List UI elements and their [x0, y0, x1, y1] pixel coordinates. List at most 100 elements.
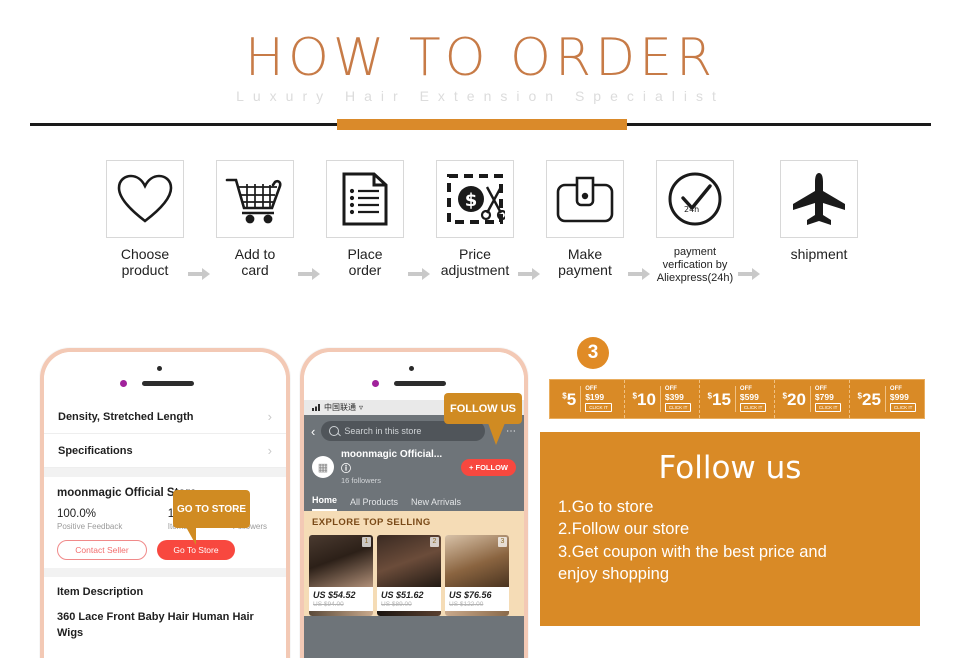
rank-badge: 3: [498, 537, 507, 547]
row-label: Density, Stretched Length: [58, 410, 194, 423]
go-to-store-button[interactable]: Go To Store: [157, 540, 235, 560]
step-label: Make payment: [539, 246, 631, 278]
tab-all-products[interactable]: All Products: [350, 497, 398, 511]
step-price-adjustment: $ Price adjustment: [429, 160, 521, 278]
coupon-min-spend: $399: [664, 391, 684, 402]
coupon-min-spend: $599: [739, 391, 759, 402]
coupon-min-spend: $199: [585, 391, 605, 402]
product-strip: [377, 611, 441, 616]
product-price: US $76.56: [449, 590, 492, 600]
coupon-item[interactable]: $15 OFF $599 CLICK IT: [700, 380, 775, 418]
row-density-stretched-length[interactable]: Density, Stretched Length ›: [44, 400, 286, 434]
coupon-click-button[interactable]: CLICK IT: [585, 402, 612, 412]
coupon-item[interactable]: $10 OFF $399 CLICK IT: [625, 380, 700, 418]
coupon-amount: $10: [633, 391, 656, 408]
stat-value: 100.0%: [57, 508, 97, 520]
info-icon[interactable]: ⓘ: [341, 464, 351, 475]
document-icon-box: [326, 160, 404, 238]
coupon-bar: $5 OFF $199 CLICK IT $10 OFF $399 CLICK …: [549, 379, 925, 419]
signal-icon: [312, 404, 321, 411]
coupon-details: OFF $199 CLICK IT: [580, 386, 612, 412]
search-input[interactable]: Search in this store: [321, 421, 485, 441]
follow-step: 1.Go to store: [558, 498, 654, 516]
follow-button[interactable]: + FOLLOW: [461, 458, 516, 476]
phone-notch: [44, 352, 286, 400]
page-subtitle: Luxury Hair Extension Specialist: [236, 88, 725, 104]
follow-step: enjoy shopping: [558, 564, 670, 583]
step-label: Add to card: [209, 246, 301, 278]
store-header: ▦ moonmagic Official... ⓘ 16 followers +…: [304, 447, 524, 490]
coupon-item[interactable]: $5 OFF $199 CLICK IT: [550, 380, 625, 418]
coupon-amount: $5: [562, 391, 576, 408]
clock-check-icon: 24h: [668, 172, 722, 226]
more-options-icon[interactable]: ⋯: [506, 426, 517, 437]
coupon-item[interactable]: $20 OFF $799 CLICK IT: [775, 380, 850, 418]
product-original-price: US $122.00: [449, 601, 484, 608]
step-label-line2: adjustment: [440, 262, 510, 279]
follow-us-steps: 1.Go to store 2.Follow our store 3.Get c…: [540, 486, 920, 585]
order-steps: Choose product Add to card Place order $…: [0, 160, 961, 295]
coupon-details: OFF $999 CLICK IT: [884, 386, 917, 412]
step-label-line1: Make: [567, 246, 603, 262]
stat-label: Positive Feedback: [57, 522, 123, 531]
clock-badge-text: 24h: [684, 205, 699, 214]
step-label-line2: card: [241, 262, 269, 279]
step-label-line1: shipment: [790, 246, 848, 262]
wallet-icon-box: [546, 160, 624, 238]
store-name-label: moonmagic Official...: [341, 449, 443, 460]
step-label: payment verfication by Aliexpress(24h): [649, 246, 741, 286]
stat-positive-feedback: 100.0% Positive Feedback: [57, 508, 122, 531]
step-label-line2: order: [348, 262, 382, 279]
carrier-label: 中国联通: [324, 403, 356, 412]
how-to-order-page: HOW TO ORDER Luxury Hair Extension Speci…: [0, 0, 961, 658]
step-label: Place order: [319, 246, 411, 278]
chevron-right-icon: ›: [267, 443, 272, 458]
coupon-click-button[interactable]: CLICK IT: [814, 402, 842, 412]
callout-tail: [488, 423, 505, 445]
product-card[interactable]: 2 US $51.62 US $89.00: [377, 535, 441, 616]
follow-us-callout: FOLLOW US: [444, 393, 522, 445]
coupon-click-button[interactable]: CLICK IT: [739, 402, 767, 412]
contact-seller-button[interactable]: Contact Seller: [57, 540, 147, 560]
coupon-amount: $20: [783, 391, 806, 408]
section-divider: [44, 468, 286, 477]
arrow-icon-1: [188, 268, 210, 280]
row-label: Specifications: [58, 444, 133, 457]
step-label-line1: Choose: [120, 246, 170, 262]
earpiece-speaker: [142, 381, 194, 386]
step-label-line3: Aliexpress(24h): [656, 272, 734, 285]
proximity-sensor-icon: [157, 366, 162, 371]
step-label-line1: Price: [459, 246, 491, 262]
cart-icon: [225, 178, 282, 224]
step-label-line2: verfication by: [662, 259, 728, 272]
rank-badge: 2: [430, 537, 439, 547]
coupon-click-button[interactable]: CLICK IT: [664, 402, 692, 412]
explore-banner: EXPLORE TOP SELLING: [304, 511, 524, 531]
step-label: Choose product: [99, 246, 191, 278]
coupon-details: OFF $599 CLICK IT: [734, 386, 767, 412]
step-choose-product: Choose product: [99, 160, 191, 278]
product-card[interactable]: 1 US $54.52 US $94.00: [309, 535, 373, 616]
store-followers: 16 followers: [341, 476, 382, 485]
proximity-sensor-icon: [409, 366, 414, 371]
front-camera-icon: [372, 380, 379, 387]
product-price: US $51.62: [381, 590, 424, 600]
search-icon: [329, 426, 340, 436]
tab-new-arrivals[interactable]: New Arrivals: [411, 497, 461, 511]
tab-home[interactable]: Home: [312, 495, 338, 511]
document-icon: [342, 172, 388, 226]
item-description-text: 360 Lace Front Baby Hair Human Hair Wigs: [57, 611, 254, 639]
row-specifications[interactable]: Specifications ›: [44, 434, 286, 468]
store-tabs: Home All Products New Arrivals: [304, 490, 524, 511]
arrow-icon-4: [518, 268, 540, 280]
product-thumbnail: 2: [377, 535, 441, 587]
clock-check-icon-box: 24h: [656, 160, 734, 238]
coupon-details: OFF $799 CLICK IT: [809, 386, 842, 412]
coupon-item[interactable]: $25 OFF $999 CLICK IT: [850, 380, 924, 418]
back-arrow-icon[interactable]: ‹: [311, 425, 315, 438]
cart-icon-box: [216, 160, 294, 238]
step-label-line2: payment: [558, 262, 612, 279]
product-card[interactable]: 3 US $76.56 US $122.00: [445, 535, 509, 616]
coupon-click-button[interactable]: CLICK IT: [889, 402, 917, 412]
price-cut-icon: $: [447, 174, 505, 224]
